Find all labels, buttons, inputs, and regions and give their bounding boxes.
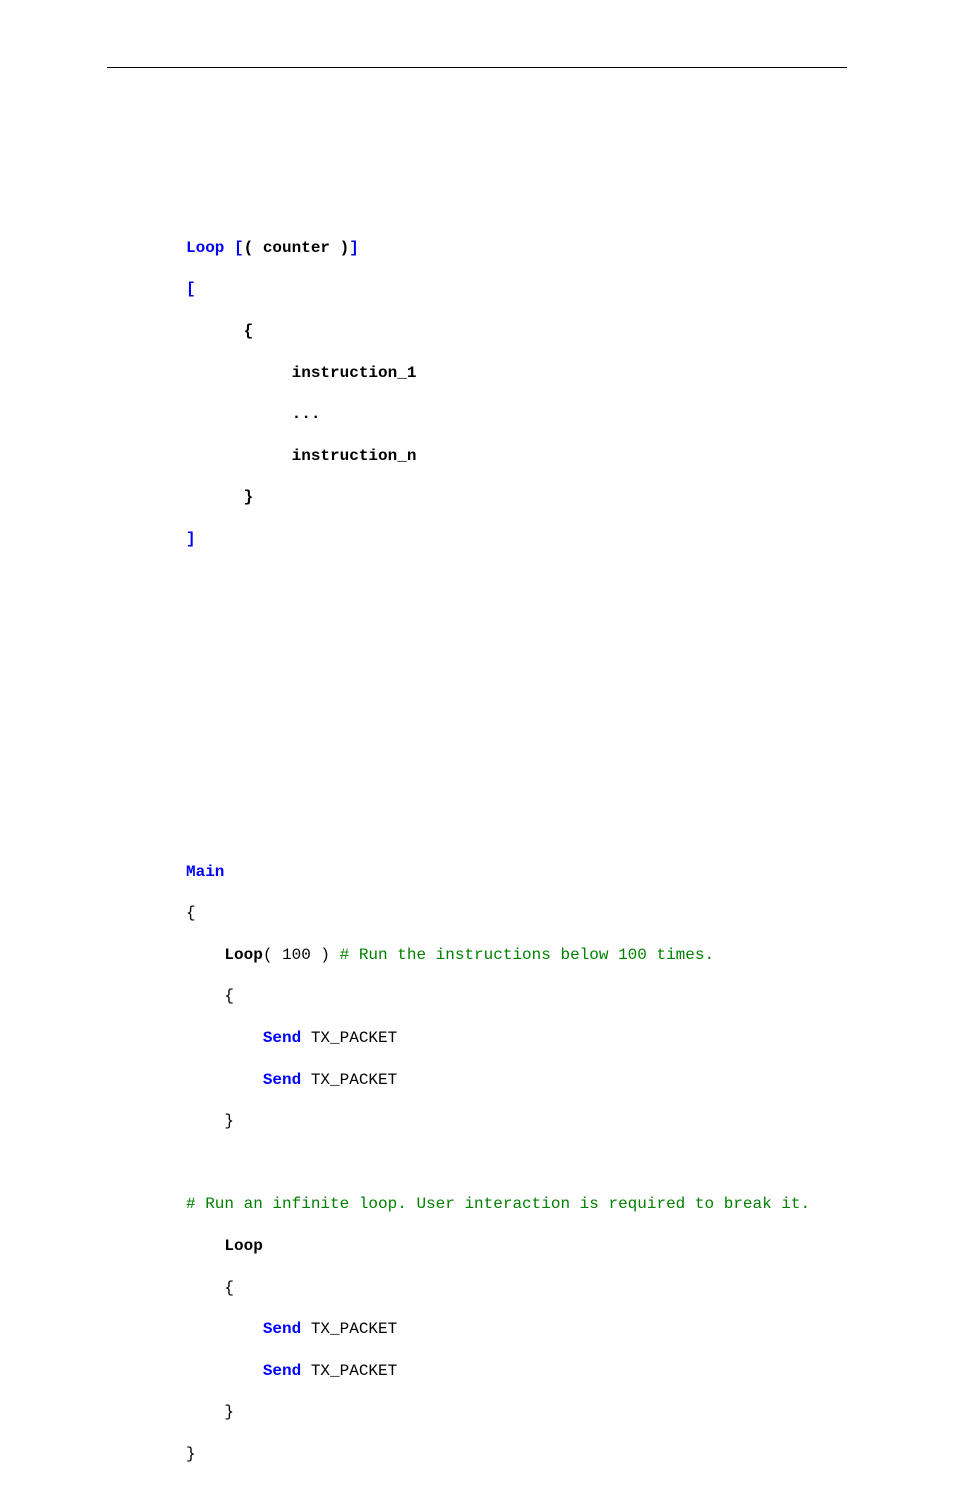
indent	[186, 1071, 263, 1089]
syntax-line-6: instruction_n	[186, 446, 886, 467]
ex-loop-100: Loop( 100 ) # Run the instructions below…	[186, 945, 886, 966]
kw-send: Send	[263, 1362, 301, 1380]
syntax-line-2: [	[186, 279, 886, 300]
indent	[186, 1029, 263, 1047]
indent	[186, 946, 224, 964]
syntax-counter: counter	[263, 239, 340, 257]
syntax-close-bracket: ]	[349, 239, 359, 257]
indent	[186, 1237, 224, 1255]
ex-send-2: Send TX_PACKET	[186, 1070, 886, 1091]
kw-send: Send	[263, 1029, 301, 1047]
header-rule	[107, 67, 847, 68]
ex-send-1: Send TX_PACKET	[186, 1028, 886, 1049]
loop-arg: ( 100 )	[263, 946, 340, 964]
ex-loop-inf: Loop	[186, 1236, 886, 1257]
send-arg: TX_PACKET	[301, 1362, 397, 1380]
indent	[186, 1362, 263, 1380]
syntax-close-paren: )	[340, 239, 350, 257]
ex-brace-final: }	[186, 1444, 886, 1465]
ex-send-3: Send TX_PACKET	[186, 1319, 886, 1340]
ex-main: Main	[186, 862, 886, 883]
kw-send: Send	[263, 1071, 301, 1089]
blank-line	[186, 654, 886, 675]
kw-loop: Loop	[224, 1237, 262, 1255]
syntax-open-paren: (	[244, 239, 263, 257]
kw-loop: Loop	[224, 946, 262, 964]
send-arg: TX_PACKET	[301, 1320, 397, 1338]
ex-brace-close: }	[186, 1402, 886, 1423]
syntax-line-1: Loop [( counter )]	[186, 238, 886, 259]
syntax-line-5: ...	[186, 404, 886, 425]
blank-line	[186, 571, 886, 592]
blank-line	[186, 695, 886, 716]
blank-line	[186, 737, 886, 758]
comment-100: # Run the instructions below 100 times.	[340, 946, 714, 964]
syntax-line-7: }	[186, 487, 886, 508]
blank-line	[186, 779, 886, 800]
send-arg: TX_PACKET	[301, 1071, 397, 1089]
kw-loop-open: Loop [	[186, 239, 244, 257]
syntax-line-4: instruction_1	[186, 363, 886, 384]
blank-line	[186, 612, 886, 633]
blank-line	[186, 820, 886, 841]
code-block: Loop [( counter )] [ { instruction_1 ...…	[186, 217, 886, 1486]
ex-brace-close: }	[186, 1111, 886, 1132]
indent	[186, 1320, 263, 1338]
comment-infinite: # Run an infinite loop. User interaction…	[186, 1194, 886, 1215]
ex-send-4: Send TX_PACKET	[186, 1361, 886, 1382]
syntax-line-3: {	[186, 321, 886, 342]
kw-send: Send	[263, 1320, 301, 1338]
send-arg: TX_PACKET	[301, 1029, 397, 1047]
ex-brace-open: {	[186, 903, 886, 924]
blank-line	[186, 1153, 886, 1174]
syntax-line-8: ]	[186, 529, 886, 550]
ex-brace: {	[186, 986, 886, 1007]
ex-brace: {	[186, 1278, 886, 1299]
